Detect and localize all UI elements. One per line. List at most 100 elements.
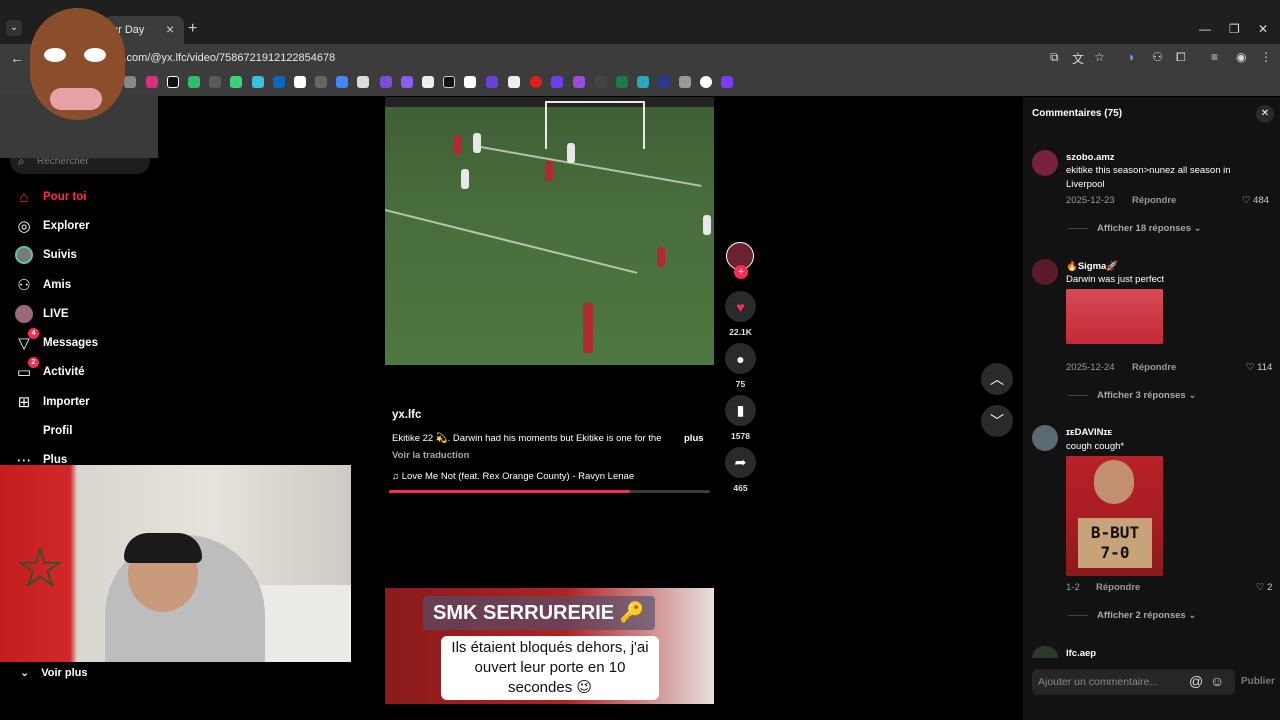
comment-user[interactable]: ɪᴇDAVINɪᴇ bbox=[1066, 427, 1112, 438]
next-video-ad[interactable]: SMK SERRURERIE 🔑 Ils étaient bloqués deh… bbox=[385, 588, 714, 704]
share-count: 465 bbox=[733, 483, 748, 493]
bookmark-icon[interactable] bbox=[209, 76, 221, 88]
comment-user[interactable]: 🔥Sigma🚀 bbox=[1066, 261, 1118, 272]
close-tab-icon[interactable]: × bbox=[166, 21, 174, 37]
player bbox=[567, 143, 575, 163]
bookmark-star-icon[interactable]: ☆ bbox=[1094, 50, 1105, 64]
next-video-button[interactable]: ﹀ bbox=[981, 405, 1013, 437]
video-player[interactable] bbox=[385, 97, 714, 365]
bookmark-icon[interactable] bbox=[315, 76, 327, 88]
comment-image[interactable] bbox=[1066, 289, 1163, 344]
show-replies-button[interactable]: Afficher 3 réponses ⌄ bbox=[1097, 390, 1196, 401]
mention-icon[interactable]: @ bbox=[1189, 673, 1203, 689]
sidebar-item-amis[interactable]: ⚇ Amis bbox=[14, 273, 71, 297]
avatar[interactable] bbox=[1032, 259, 1058, 285]
bookmark-icon[interactable] bbox=[422, 76, 434, 88]
bookmark-icon: ▮ bbox=[736, 402, 745, 418]
comment-date: 2025-12-23 bbox=[1066, 195, 1115, 206]
share-button[interactable]: ➦ bbox=[725, 447, 756, 478]
bookmark-icon[interactable] bbox=[401, 76, 413, 88]
install-icon[interactable]: ⧉ bbox=[1050, 50, 1059, 65]
bookmark-icon[interactable] bbox=[252, 76, 264, 88]
comment-like-count: 2 bbox=[1267, 582, 1273, 593]
publish-button[interactable]: Publier bbox=[1241, 676, 1275, 687]
player bbox=[583, 303, 593, 353]
minimize-icon[interactable]: — bbox=[1199, 22, 1211, 36]
caption-more-link[interactable]: plus bbox=[684, 433, 704, 444]
sidebar-item-profil[interactable]: Profil bbox=[14, 419, 72, 443]
bookmark-icon[interactable] bbox=[230, 76, 242, 88]
bookmark-icon[interactable] bbox=[721, 76, 733, 88]
chevron-down-icon: ⌄ bbox=[20, 667, 30, 679]
comment-like-button[interactable]: ♡ 484 bbox=[1242, 195, 1269, 206]
sidebar-item-explorer[interactable]: ◎ Explorer bbox=[14, 214, 89, 238]
bookmark-icon[interactable] bbox=[595, 76, 607, 88]
follow-button[interactable]: + bbox=[734, 265, 748, 279]
bookmark-icon[interactable] bbox=[551, 76, 563, 88]
emoji-icon[interactable]: ☺ bbox=[1210, 673, 1224, 689]
comment-icon: ● bbox=[736, 350, 745, 367]
bookmark-icon[interactable] bbox=[380, 76, 392, 88]
comment-like-button[interactable]: ♡ 114 bbox=[1246, 362, 1272, 373]
avatar[interactable] bbox=[1032, 150, 1058, 176]
menu-kebab-icon[interactable]: ⋮ bbox=[1260, 50, 1272, 64]
sidebar-item-activite[interactable]: ▭ 2 Activité bbox=[14, 357, 85, 384]
bookmark-icon[interactable] bbox=[637, 76, 649, 88]
cartoon-eye bbox=[44, 48, 66, 62]
bookmark-icon[interactable] bbox=[443, 76, 455, 88]
sidebar-item-messages[interactable]: ▽ 4 Messages bbox=[14, 328, 98, 355]
bookmark-icon[interactable] bbox=[679, 76, 691, 88]
reply-button[interactable]: Répondre bbox=[1132, 195, 1176, 206]
translate-link[interactable]: Voir la traduction bbox=[392, 450, 469, 461]
tiktok-bookmark-icon[interactable] bbox=[167, 76, 179, 88]
linkedin-bookmark-icon[interactable] bbox=[273, 76, 285, 88]
extension-icon[interactable]: ◗ bbox=[1128, 50, 1135, 64]
profile-icon[interactable]: ◉ bbox=[1236, 50, 1246, 64]
bookmark-icon[interactable] bbox=[616, 76, 628, 88]
voir-plus-button[interactable]: ⌄ Voir plus bbox=[20, 666, 87, 680]
bookmark-icon[interactable] bbox=[530, 76, 542, 88]
comment-count: 75 bbox=[735, 379, 746, 389]
divider bbox=[1068, 615, 1088, 616]
reply-button[interactable]: Répondre bbox=[1096, 582, 1140, 593]
comment-image[interactable]: B-BUT 7-0 bbox=[1066, 456, 1163, 576]
sidebar-item-pour-toi[interactable]: ⌂ Pour toi bbox=[14, 185, 86, 209]
sidebar-item-suivis[interactable]: Suivis bbox=[14, 243, 77, 267]
close-comments-button[interactable]: ✕ bbox=[1256, 105, 1274, 123]
comment-like-button[interactable]: ♡ 2 bbox=[1256, 582, 1272, 593]
comment-user[interactable]: szobo.amz bbox=[1066, 152, 1115, 163]
bookmark-icon[interactable] bbox=[188, 76, 200, 88]
sidebar-item-label: LIVE bbox=[43, 308, 69, 320]
comment-user[interactable]: lfc.aep bbox=[1066, 648, 1096, 659]
info-bookmark-icon[interactable] bbox=[294, 76, 306, 88]
extension-icon[interactable]: ⚇ bbox=[1152, 50, 1163, 64]
cartoon-eye bbox=[84, 48, 106, 62]
heart-outline-icon: ♡ bbox=[1246, 362, 1258, 373]
close-window-icon[interactable]: ✕ bbox=[1258, 22, 1268, 36]
show-replies-button[interactable]: Afficher 18 réponses ⌄ bbox=[1097, 223, 1202, 234]
comment-button[interactable]: ● bbox=[725, 343, 756, 374]
reply-button[interactable]: Répondre bbox=[1132, 362, 1176, 373]
bookmark-icon[interactable] bbox=[573, 76, 585, 88]
sidebar-item-importer[interactable]: ⊞ Importer bbox=[14, 390, 90, 414]
translate-icon[interactable]: 文 bbox=[1072, 50, 1084, 67]
bookmark-icon[interactable] bbox=[464, 76, 476, 88]
video-music[interactable]: ♫ Love Me Not (feat. Rex Orange County) … bbox=[392, 471, 634, 482]
previous-video-button[interactable]: ︿ bbox=[981, 363, 1013, 395]
bookmark-icon[interactable] bbox=[486, 76, 498, 88]
avatar[interactable] bbox=[1032, 425, 1058, 451]
like-button[interactable]: ♥ bbox=[725, 291, 756, 322]
reading-list-icon[interactable]: ≡ bbox=[1211, 50, 1218, 64]
bookmark-icon[interactable] bbox=[508, 76, 520, 88]
restore-icon[interactable]: ❐ bbox=[1229, 22, 1240, 36]
bookmark-icon[interactable] bbox=[658, 76, 670, 88]
sidebar-item-live[interactable]: LIVE bbox=[14, 302, 69, 326]
show-replies-button[interactable]: Afficher 2 réponses ⌄ bbox=[1097, 610, 1196, 621]
bookmark-icon[interactable] bbox=[700, 76, 712, 88]
extensions-puzzle-icon[interactable]: ⧠ bbox=[1176, 50, 1186, 65]
new-tab-button[interactable]: + bbox=[188, 20, 197, 38]
save-button[interactable]: ▮ bbox=[725, 395, 756, 426]
video-author[interactable]: yx.lfc bbox=[392, 409, 421, 421]
bookmark-icon[interactable] bbox=[336, 76, 348, 88]
bookmark-icon[interactable] bbox=[357, 76, 369, 88]
